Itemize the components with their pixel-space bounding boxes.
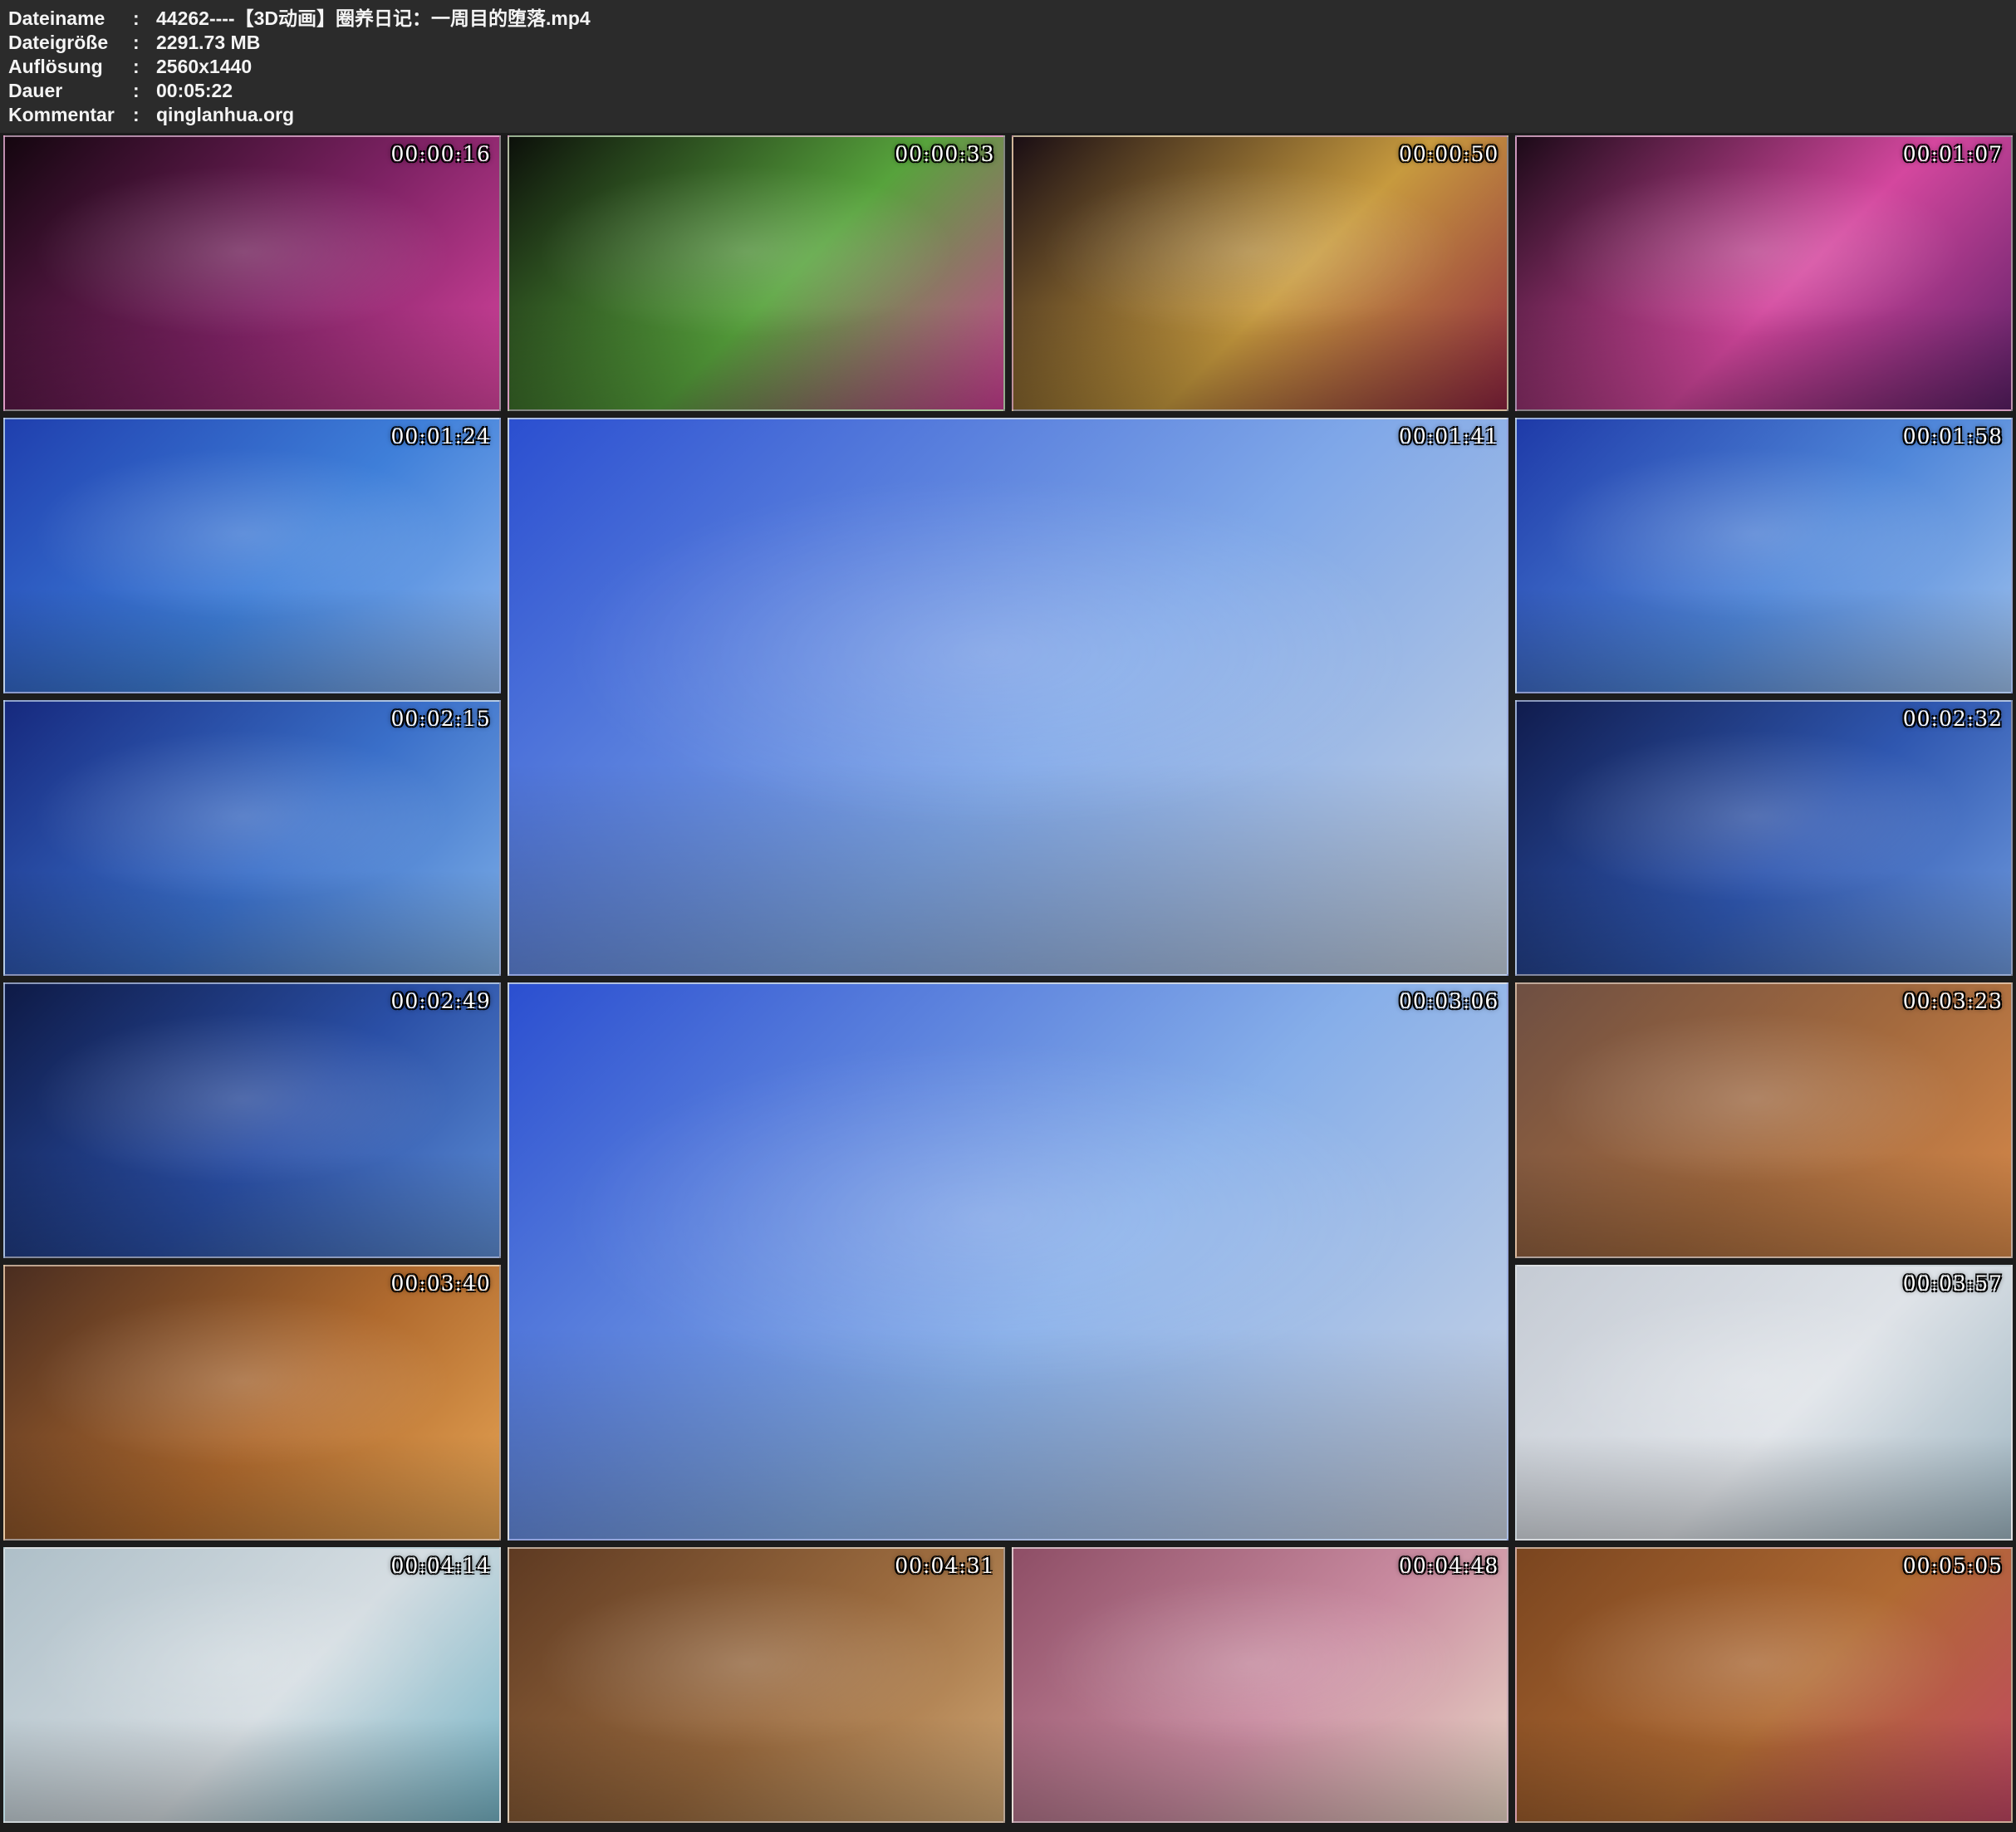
file-info-separator: :	[133, 79, 156, 103]
file-info-label: Auflösung	[8, 55, 133, 79]
video-thumbnail: 00:05:05	[1515, 1547, 2013, 1823]
file-info-value-comment: qinglanhua.org	[156, 103, 294, 127]
thumbnail-timestamp: 00:01:58	[1903, 424, 2003, 448]
video-thumbnail: 00:01:41	[508, 418, 1509, 976]
file-info-separator: :	[133, 55, 156, 79]
thumbnail-timestamp: 00:01:41	[1399, 424, 1499, 448]
video-thumbnail: 00:04:31	[508, 1547, 1005, 1823]
video-thumbnail: 00:04:14	[3, 1547, 501, 1823]
video-thumbnail: 00:00:50	[1012, 135, 1509, 411]
file-info-label: Dateigröße	[8, 31, 133, 55]
thumbnail-timestamp: 00:03:57	[1903, 1271, 2003, 1296]
file-info-row-filename: Dateiname : 44262----【3D动画】圈养日记：一周目的堕落.m…	[8, 7, 2016, 31]
thumbnail-timestamp: 00:00:33	[895, 142, 994, 166]
file-info-row-filesize: Dateigröße : 2291.73 MB	[8, 31, 2016, 55]
video-thumbnail: 00:00:16	[3, 135, 501, 411]
thumbnail-timestamp: 00:03:40	[390, 1271, 490, 1296]
video-thumbnail: 00:03:57	[1515, 1265, 2013, 1541]
file-info-header: Dateiname : 44262----【3D动画】圈养日记：一周目的堕落.m…	[0, 0, 2016, 133]
video-thumbnail: 00:02:32	[1515, 700, 2013, 976]
video-thumbnail: 00:02:15	[3, 700, 501, 976]
thumbnail-timestamp: 00:01:07	[1903, 142, 2003, 166]
file-info-value-filesize: 2291.73 MB	[156, 31, 260, 55]
thumbnail-timestamp: 00:04:14	[390, 1554, 490, 1578]
file-info-row-resolution: Auflösung : 2560x1440	[8, 55, 2016, 79]
thumbnail-timestamp: 00:00:16	[390, 142, 490, 166]
file-info-separator: :	[133, 31, 156, 55]
file-info-separator: :	[133, 103, 156, 127]
file-info-label: Dateiname	[8, 7, 133, 31]
thumbnail-timestamp: 00:05:05	[1903, 1554, 2003, 1578]
file-info-row-duration: Dauer : 00:05:22	[8, 79, 2016, 103]
video-thumbnail: 00:00:33	[508, 135, 1005, 411]
thumbnail-timestamp: 00:01:24	[390, 424, 490, 448]
thumbnail-grid: 00:00:16 00:00:33 00:00:50 00:01:07 00:01:24…	[0, 133, 2016, 1830]
thumbnail-timestamp: 00:03:23	[1903, 989, 2003, 1013]
video-thumbnail: 00:01:24	[3, 418, 501, 693]
video-thumbnail: 00:03:06	[508, 982, 1509, 1541]
thumbnail-timestamp: 00:00:50	[1399, 142, 1499, 166]
thumbnail-timestamp: 00:02:15	[390, 707, 490, 731]
video-thumbnail: 00:02:49	[3, 982, 501, 1258]
thumbnail-timestamp: 00:02:49	[390, 989, 490, 1013]
file-info-label: Kommentar	[8, 103, 133, 127]
video-thumbnail: 00:01:58	[1515, 418, 2013, 693]
file-info-value-duration: 00:05:22	[156, 79, 233, 103]
thumbnail-timestamp: 00:04:31	[895, 1554, 994, 1578]
video-thumbnail: 00:03:40	[3, 1265, 501, 1541]
thumbnail-timestamp: 00:03:06	[1399, 989, 1499, 1013]
file-info-row-comment: Kommentar : qinglanhua.org	[8, 103, 2016, 127]
contact-sheet: Dateiname : 44262----【3D动画】圈养日记：一周目的堕落.m…	[0, 0, 2016, 1832]
thumbnail-timestamp: 00:02:32	[1903, 707, 2003, 731]
video-thumbnail: 00:04:48	[1012, 1547, 1509, 1823]
video-thumbnail: 00:01:07	[1515, 135, 2013, 411]
file-info-value-filename: 44262----【3D动画】圈养日记：一周目的堕落.mp4	[156, 7, 591, 31]
file-info-label: Dauer	[8, 79, 133, 103]
video-thumbnail: 00:03:23	[1515, 982, 2013, 1258]
file-info-value-resolution: 2560x1440	[156, 55, 252, 79]
file-info-separator: :	[133, 7, 156, 31]
thumbnail-timestamp: 00:04:48	[1399, 1554, 1499, 1578]
